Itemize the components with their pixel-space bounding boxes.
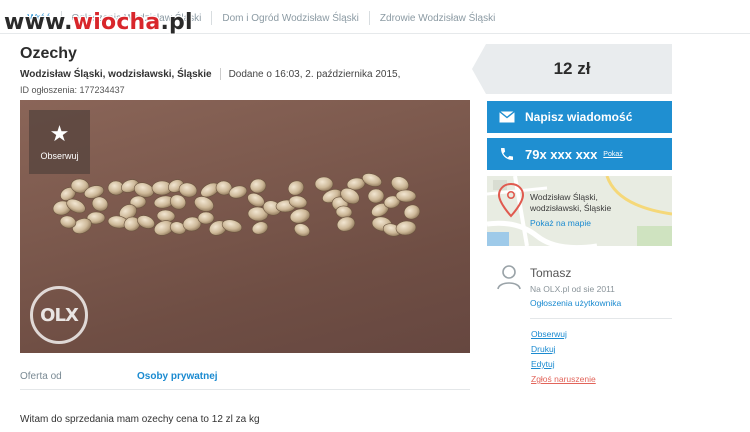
ad-location[interactable]: Wodzisław Śląski, wodzisławski, Śląskie	[20, 69, 212, 80]
walnut	[293, 223, 311, 237]
offer-from-label: Oferta od	[20, 371, 62, 382]
olx-logo-text: OLX	[40, 304, 79, 326]
price: 12 zł	[553, 59, 591, 78]
walnut	[367, 188, 385, 204]
olx-logo: OLX	[30, 286, 88, 344]
walnut	[336, 216, 356, 232]
show-phone-button[interactable]: 79x xxx xxx Pokaż	[487, 138, 672, 170]
walnut	[249, 178, 267, 194]
user-divider	[530, 318, 672, 319]
phone-icon	[501, 148, 513, 160]
ad-added-date: Dodane o 16:03, 2. października 2015,	[228, 68, 401, 80]
envelope-icon	[499, 111, 515, 123]
phone-number: 79x xxx xxx	[525, 146, 598, 162]
show-on-map-link[interactable]: Pokaż na mapie	[530, 218, 591, 228]
map-address-line1: Wodzisław Śląski,	[530, 192, 598, 202]
observe-label: Obserwuj	[40, 151, 79, 161]
breadcrumb-divider	[211, 11, 213, 25]
ad-actions: Obserwuj Drukuj Edytuj Zgłoś naruszenie	[531, 329, 596, 384]
send-message-button[interactable]: Napisz wiadomość	[487, 101, 672, 133]
walnut	[137, 215, 155, 229]
report-link[interactable]: Zgłoś naruszenie	[531, 374, 596, 384]
user-ads-link[interactable]: Ogłoszenia użytkownika	[530, 298, 621, 308]
user-name: Tomasz	[530, 266, 572, 280]
location-map[interactable]: Wodzisław Śląski, wodzisławski, Śląskie …	[487, 176, 672, 246]
map-address: Wodzisław Śląski, wodzisławski, Śląskie	[530, 192, 611, 214]
watermark-brand: wiocha	[72, 10, 161, 35]
meta-divider	[219, 68, 221, 80]
watermark-suffix: .pl	[160, 10, 193, 35]
ad-title: Ozechy	[20, 45, 77, 62]
walnut	[287, 180, 305, 196]
price-box: 12 zł	[472, 44, 672, 94]
observe-link[interactable]: Obserwuj	[531, 329, 596, 339]
walnut	[403, 204, 421, 220]
ad-description: Witam do sprzedania mam ozechy cena to 1…	[20, 414, 260, 425]
walnut	[194, 196, 214, 212]
user-since: Na OLX.pl od sie 2011	[530, 284, 615, 294]
walnut	[197, 211, 215, 225]
print-link[interactable]: Drukuj	[531, 344, 596, 354]
ad-meta: Wodzisław Śląski, wodzisławski, Śląskie …	[20, 68, 400, 80]
walnut	[251, 221, 269, 235]
observe-photo-button[interactable]: ★ Obserwuj	[29, 110, 90, 174]
map-address-line2: wodzisławski, Śląskie	[530, 203, 612, 213]
breadcrumb-item-home-garden[interactable]: Dom i Ogród Wodzisław Śląski	[222, 13, 359, 24]
edit-link[interactable]: Edytuj	[531, 359, 596, 369]
watermark-prefix: www.	[4, 10, 73, 35]
walnut	[314, 176, 334, 192]
show-phone-link[interactable]: Pokaż	[603, 151, 622, 158]
offer-from-row: Oferta od Osoby prywatnej	[20, 364, 470, 390]
breadcrumb-divider	[368, 11, 370, 25]
star-icon: ★	[49, 121, 70, 146]
offer-from-value[interactable]: Osoby prywatnej	[137, 371, 218, 382]
watermark: www.wiocha.pl	[4, 10, 193, 35]
ad-id: ID ogłoszenia: 177234437	[20, 85, 125, 95]
breadcrumb-item-health[interactable]: Zdrowie Wodzisław Śląski	[380, 13, 495, 24]
user-avatar-icon	[497, 265, 521, 290]
send-message-label: Napisz wiadomość	[525, 110, 633, 124]
